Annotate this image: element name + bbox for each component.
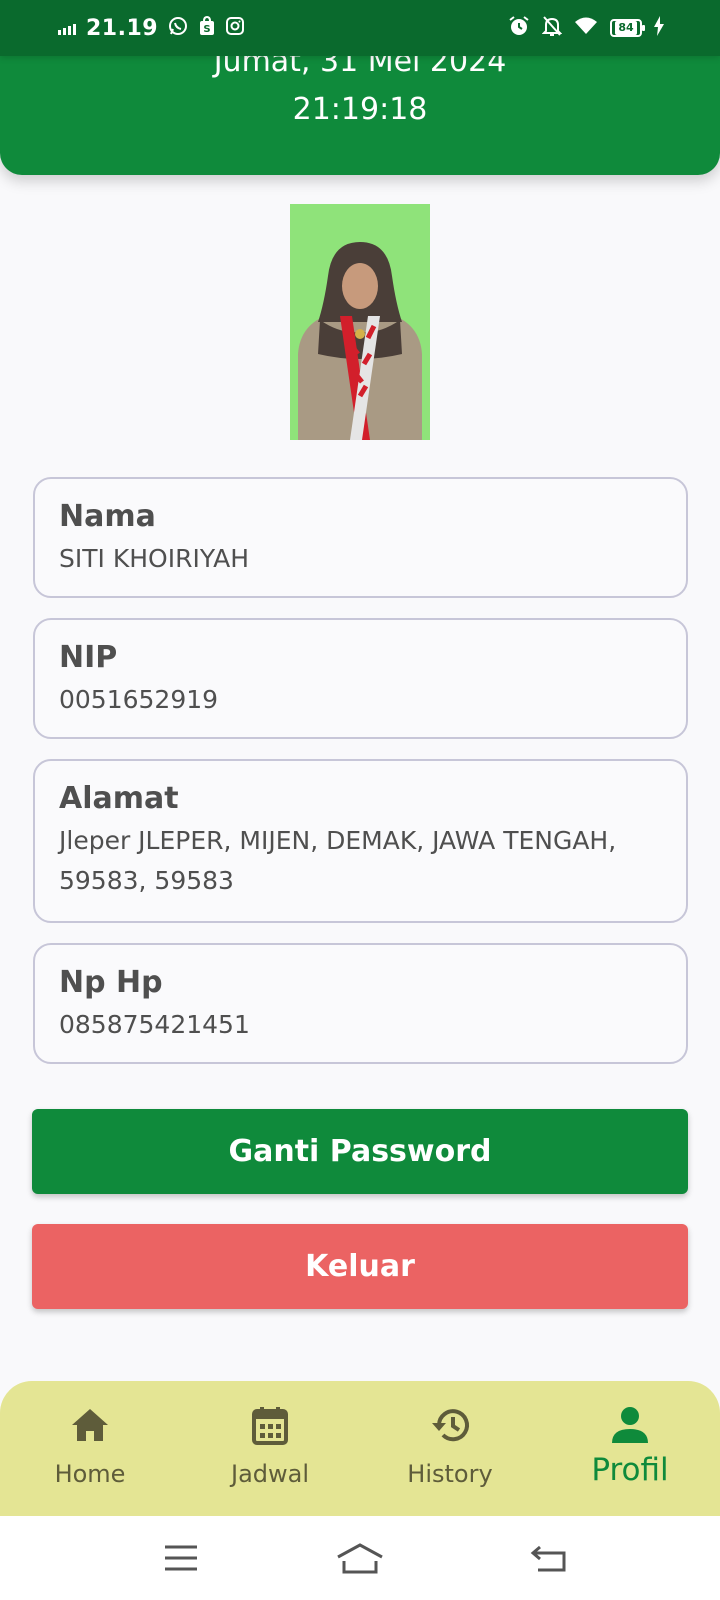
- nav-label-jadwal: Jadwal: [230, 1460, 310, 1488]
- nip-label: NIP: [59, 640, 118, 675]
- address-card: Alamat Jleper JLEPER, MIJEN, DEMAK, JAWA…: [33, 759, 688, 923]
- signal-icon: [58, 21, 76, 35]
- nav-label-home: Home: [54, 1460, 126, 1488]
- whatsapp-icon: [168, 16, 188, 40]
- change-password-button[interactable]: Ganti Password: [32, 1109, 688, 1194]
- history-icon: [428, 1403, 472, 1447]
- battery-level: 84: [615, 21, 637, 35]
- name-label: Nama: [59, 499, 156, 534]
- phone-label: Np Hp: [59, 965, 163, 1000]
- nav-item-history[interactable]: History: [360, 1381, 540, 1516]
- name-card: Nama SITI KHOIRIYAH: [33, 477, 688, 598]
- header-time: 21:19:18: [292, 92, 428, 127]
- battery-icon: 84: [610, 19, 645, 37]
- bottom-navigation: Home Jadwal History Profil: [0, 1381, 720, 1516]
- calendar-icon: [248, 1403, 292, 1447]
- nav-item-home[interactable]: Home: [0, 1381, 180, 1516]
- nip-value: 0051652919: [59, 685, 219, 714]
- charging-icon: [654, 16, 664, 40]
- wifi-icon: [574, 16, 598, 40]
- svg-text:S: S: [203, 24, 210, 35]
- back-icon[interactable]: [524, 1540, 574, 1576]
- profile-photo: [290, 204, 430, 440]
- nip-card: NIP 0051652919: [33, 618, 688, 739]
- person-icon: [608, 1403, 652, 1447]
- instagram-icon: [226, 17, 245, 39]
- logout-button[interactable]: Keluar: [32, 1224, 688, 1309]
- notifications-off-icon: [541, 15, 563, 41]
- phone-value: 085875421451: [59, 1010, 250, 1039]
- home-icon: [68, 1403, 112, 1447]
- nav-label-profil: Profil: [591, 1452, 669, 1488]
- address-label: Alamat: [59, 781, 179, 816]
- recent-apps-icon[interactable]: [156, 1540, 206, 1576]
- nav-label-history: History: [407, 1460, 493, 1488]
- system-navigation-bar: [0, 1516, 720, 1600]
- name-value: SITI KHOIRIYAH: [59, 544, 250, 573]
- status-time: 21.19: [86, 15, 159, 41]
- shopping-bag-icon: S: [198, 15, 216, 40]
- phone-card: Np Hp 085875421451: [33, 943, 688, 1064]
- nav-item-profil[interactable]: Profil: [540, 1381, 720, 1516]
- home-system-icon[interactable]: [335, 1540, 385, 1576]
- alarm-icon: [508, 15, 530, 41]
- address-value: Jleper JLEPER, MIJEN, DEMAK, JAWA TENGAH…: [59, 826, 617, 895]
- status-bar: 21.19 S 84: [0, 0, 720, 56]
- nav-item-jadwal[interactable]: Jadwal: [180, 1381, 360, 1516]
